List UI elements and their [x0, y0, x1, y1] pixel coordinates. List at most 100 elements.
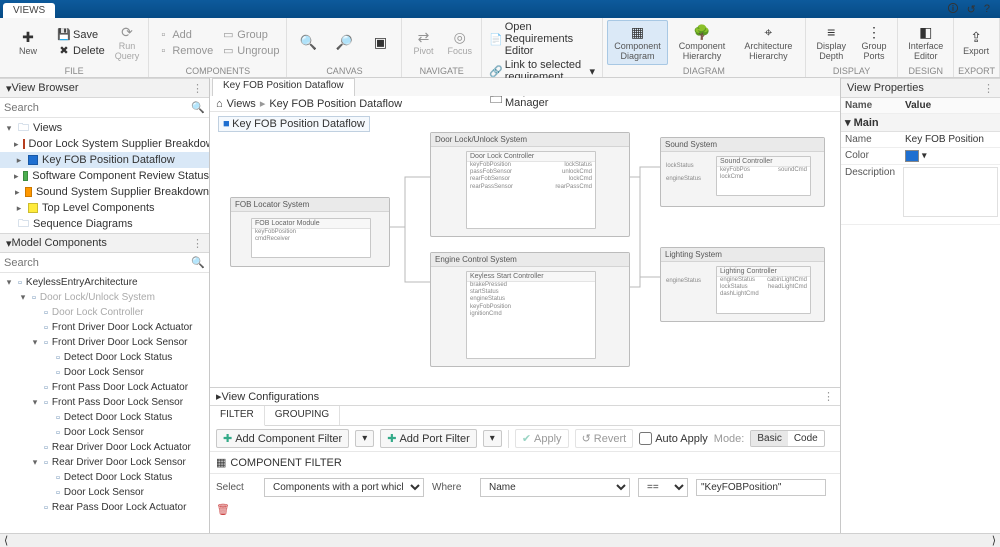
crumb-home-icon[interactable]: ⌂ — [216, 98, 223, 110]
sequence-diagrams[interactable]: 🗀Sequence Diagrams — [0, 216, 209, 232]
mc-node[interactable]: ▫Detect Door Lock Status — [0, 350, 209, 365]
block-lighting-controller[interactable]: Lighting Controller engineStatuscabinLig… — [716, 266, 811, 314]
fit-button[interactable]: ▣ — [363, 31, 397, 55]
component-hierarchy-button[interactable]: 🌳Component Hierarchy — [670, 20, 734, 65]
ungroup-icon: ▭ — [221, 44, 235, 58]
block-lighting-system[interactable]: Lighting System Lighting Controller engi… — [660, 247, 825, 322]
tree-root[interactable]: ▾🗀Views — [0, 120, 209, 136]
add-component-filter-button[interactable]: ✚Add Component Filter — [216, 429, 349, 448]
view-browser-search[interactable] — [4, 102, 191, 114]
tab-filter[interactable]: FILTER — [210, 406, 265, 426]
mc-node[interactable]: ▫Rear Pass Door Lock Actuator — [0, 500, 209, 515]
filter-section-header: ▦COMPONENT FILTER — [210, 452, 840, 474]
mc-node[interactable]: ▫Detect Door Lock Status — [0, 410, 209, 425]
block-fob-locator-module[interactable]: FOB Locator Module keyFobPosition cmdRec… — [251, 218, 371, 258]
pivot-button[interactable]: ⇄Pivot — [406, 25, 440, 60]
block-sound-controller[interactable]: Sound Controller keyFobPossoundCmd lockC… — [716, 156, 811, 196]
mode-toggle[interactable]: BasicCode — [750, 430, 824, 447]
canvas-title: ■ Key FOB Position Dataflow — [218, 116, 370, 132]
block-keyless-start-controller[interactable]: Keyless Start Controller brakePressed st… — [466, 271, 596, 359]
undo-icon[interactable]: ↺ — [967, 3, 976, 16]
group-button[interactable]: ▭Group — [218, 27, 282, 43]
mc-node[interactable]: ▫Front Pass Door Lock Actuator — [0, 380, 209, 395]
view-item[interactable]: ▸Door Lock System Supplier Breakdown — [0, 136, 209, 152]
zoom-out-icon: 🔎 — [335, 34, 353, 52]
where-value-input[interactable] — [696, 479, 826, 496]
prop-color-value[interactable]: ▾ — [901, 148, 1000, 164]
architecture-hierarchy-button[interactable]: ⌖Architecture Hierarchy — [736, 20, 801, 65]
block-door-lock-controller[interactable]: Door Lock Controller keyFobPositionlockS… — [466, 151, 596, 229]
crumb-leaf[interactable]: Key FOB Position Dataflow — [269, 98, 402, 110]
delete-button[interactable]: ✖Delete — [54, 43, 108, 59]
view-item[interactable]: ▸Software Component Review Status — [0, 168, 209, 184]
mc-node[interactable]: ▫Door Lock Sensor — [0, 365, 209, 380]
group-label-diagram: DIAGRAM — [607, 65, 801, 77]
delete-filter-icon[interactable]: 🗑 — [216, 504, 230, 516]
mc-node[interactable]: ▫Door Lock Sensor — [0, 425, 209, 440]
focus-button[interactable]: ◎Focus — [442, 25, 477, 60]
open-req-button[interactable]: 📄Open Requirements Editor — [486, 20, 598, 58]
mc-node[interactable]: ▫Detect Door Lock Status — [0, 470, 209, 485]
where-field-dropdown[interactable]: Name — [480, 478, 630, 497]
save-button[interactable]: 💾Save — [54, 27, 108, 43]
add-port-filter-button[interactable]: ✚Add Port Filter — [380, 429, 477, 448]
model-components-tree[interactable]: ▾▫KeylessEntryArchitecture▾▫Door Lock/Un… — [0, 273, 209, 533]
properties-table: NameValue ▾ Main NameKey FOB Position Co… — [841, 98, 1000, 533]
auto-apply-checkbox[interactable]: Auto Apply — [639, 432, 708, 445]
view-item[interactable]: ▸Top Level Components — [0, 200, 209, 216]
mc-node[interactable]: ▫Door Lock Sensor — [0, 485, 209, 500]
view-item[interactable]: ▸Sound System Supplier Breakdown — [0, 184, 209, 200]
block-door-lock-system[interactable]: Door Lock/Unlock System Door Lock Contro… — [430, 132, 630, 237]
mc-node[interactable]: ▫Rear Driver Door Lock Actuator — [0, 440, 209, 455]
mc-node[interactable]: ▫Front Driver Door Lock Actuator — [0, 320, 209, 335]
search-icon[interactable]: 🔍 — [191, 101, 205, 114]
block-sound-system[interactable]: Sound System Sound Controller keyFobPoss… — [660, 137, 825, 207]
ribbon-tab-views[interactable]: VIEWS — [3, 3, 55, 18]
scroll-left-icon[interactable]: ⟨ — [4, 534, 8, 547]
mc-node[interactable]: ▾▫Door Lock/Unlock System — [0, 290, 209, 305]
block-engine-control-system[interactable]: Engine Control System Keyless Start Cont… — [430, 252, 630, 367]
apply-button[interactable]: ✔Apply — [515, 429, 569, 448]
display-depth-button[interactable]: ≡Display Depth — [810, 20, 853, 65]
help-icon[interactable]: ? — [984, 3, 990, 15]
doc-tab[interactable]: Key FOB Position Dataflow — [212, 78, 355, 96]
system-icon[interactable]: 🛈 — [947, 0, 958, 19]
interface-editor-button[interactable]: ◧Interface Editor — [902, 20, 949, 65]
export-button[interactable]: ⇪Export — [958, 25, 994, 60]
view-item[interactable]: ▸Key FOB Position Dataflow — [0, 152, 209, 168]
select-dropdown[interactable]: Components with a port which have a... — [264, 478, 424, 497]
diagram-canvas[interactable]: ■ Key FOB Position Dataflow FOB Locator … — [210, 112, 840, 388]
mc-node[interactable]: ▾▫Rear Driver Door Lock Sensor — [0, 455, 209, 470]
prop-name-value[interactable]: Key FOB Position — [901, 132, 1000, 147]
run-query-button[interactable]: ⟳Run Query — [110, 20, 145, 65]
view-browser-tree[interactable]: ▾🗀Views▸Door Lock System Supplier Breakd… — [0, 118, 209, 233]
zoom-in-button[interactable]: 🔍 — [291, 31, 325, 55]
search-icon[interactable]: 🔍 — [191, 256, 205, 269]
add-button[interactable]: ▫Add — [153, 27, 216, 43]
zoom-out-button[interactable]: 🔎 — [327, 31, 361, 55]
mc-node[interactable]: ▾▫Front Driver Door Lock Sensor — [0, 335, 209, 350]
run-icon: ⟳ — [118, 23, 136, 41]
add-comp-dd[interactable]: ▾ — [355, 430, 374, 447]
crumb-root[interactable]: Views — [227, 98, 256, 110]
export-icon: ⇪ — [967, 28, 985, 46]
block-fob-locator-system[interactable]: FOB Locator System FOB Locator Module ke… — [230, 197, 390, 267]
scroll-right-icon[interactable]: ⟩ — [992, 534, 996, 547]
plus-icon: ✚ — [387, 432, 396, 445]
group-ports-button[interactable]: ⋮Group Ports — [855, 20, 894, 65]
add-port-dd[interactable]: ▾ — [483, 430, 502, 447]
mc-node[interactable]: ▾▫Front Pass Door Lock Sensor — [0, 395, 209, 410]
new-button[interactable]: ✚New — [4, 25, 52, 60]
component-diagram-button[interactable]: ▦Component Diagram — [607, 20, 668, 65]
status-bar: ⟨ ⟩ — [0, 533, 1000, 547]
remove-button[interactable]: ▫Remove — [153, 43, 216, 59]
model-components-search[interactable] — [4, 257, 191, 269]
tab-grouping[interactable]: GROUPING — [265, 406, 340, 425]
group-label-design: DESIGN — [902, 65, 949, 77]
revert-button[interactable]: ↺Revert — [575, 429, 634, 448]
ungroup-button[interactable]: ▭Ungroup — [218, 43, 282, 59]
prop-desc-value[interactable] — [903, 167, 998, 217]
mc-node[interactable]: ▫Door Lock Controller — [0, 305, 209, 320]
mc-root[interactable]: ▾▫KeylessEntryArchitecture — [0, 275, 209, 290]
where-op-dropdown[interactable]: == — [638, 478, 688, 497]
